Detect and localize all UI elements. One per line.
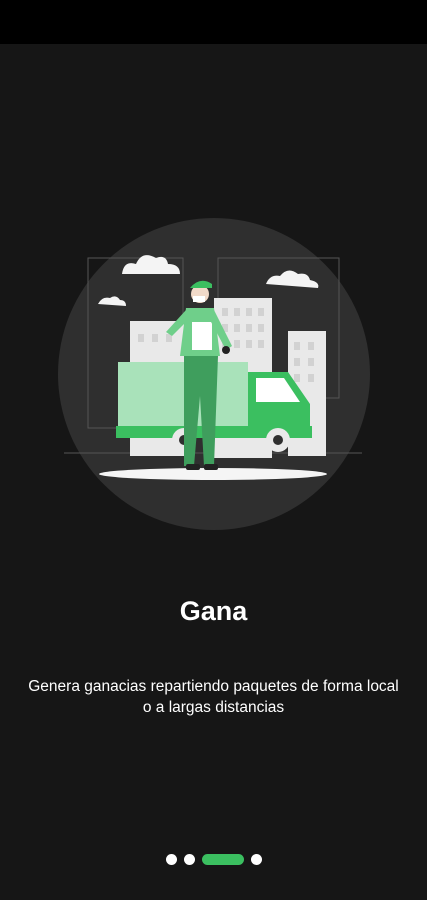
page-dot-3-active[interactable] [201,853,244,865]
page-description: Genera ganacias repartiendo paquetes de … [0,676,427,718]
page-dot-1[interactable] [165,853,177,865]
description-line-2: o a largas distancias [142,699,285,716]
delivery-illustration [56,216,372,532]
page-dot-2[interactable] [183,853,195,865]
page-dot-4[interactable] [250,853,262,865]
page-title: Gana [179,596,248,626]
description-line-1: Genera ganacias repartiendo paquetes de … [28,678,399,695]
status-bar [0,0,427,44]
page-indicator[interactable] [0,852,427,866]
